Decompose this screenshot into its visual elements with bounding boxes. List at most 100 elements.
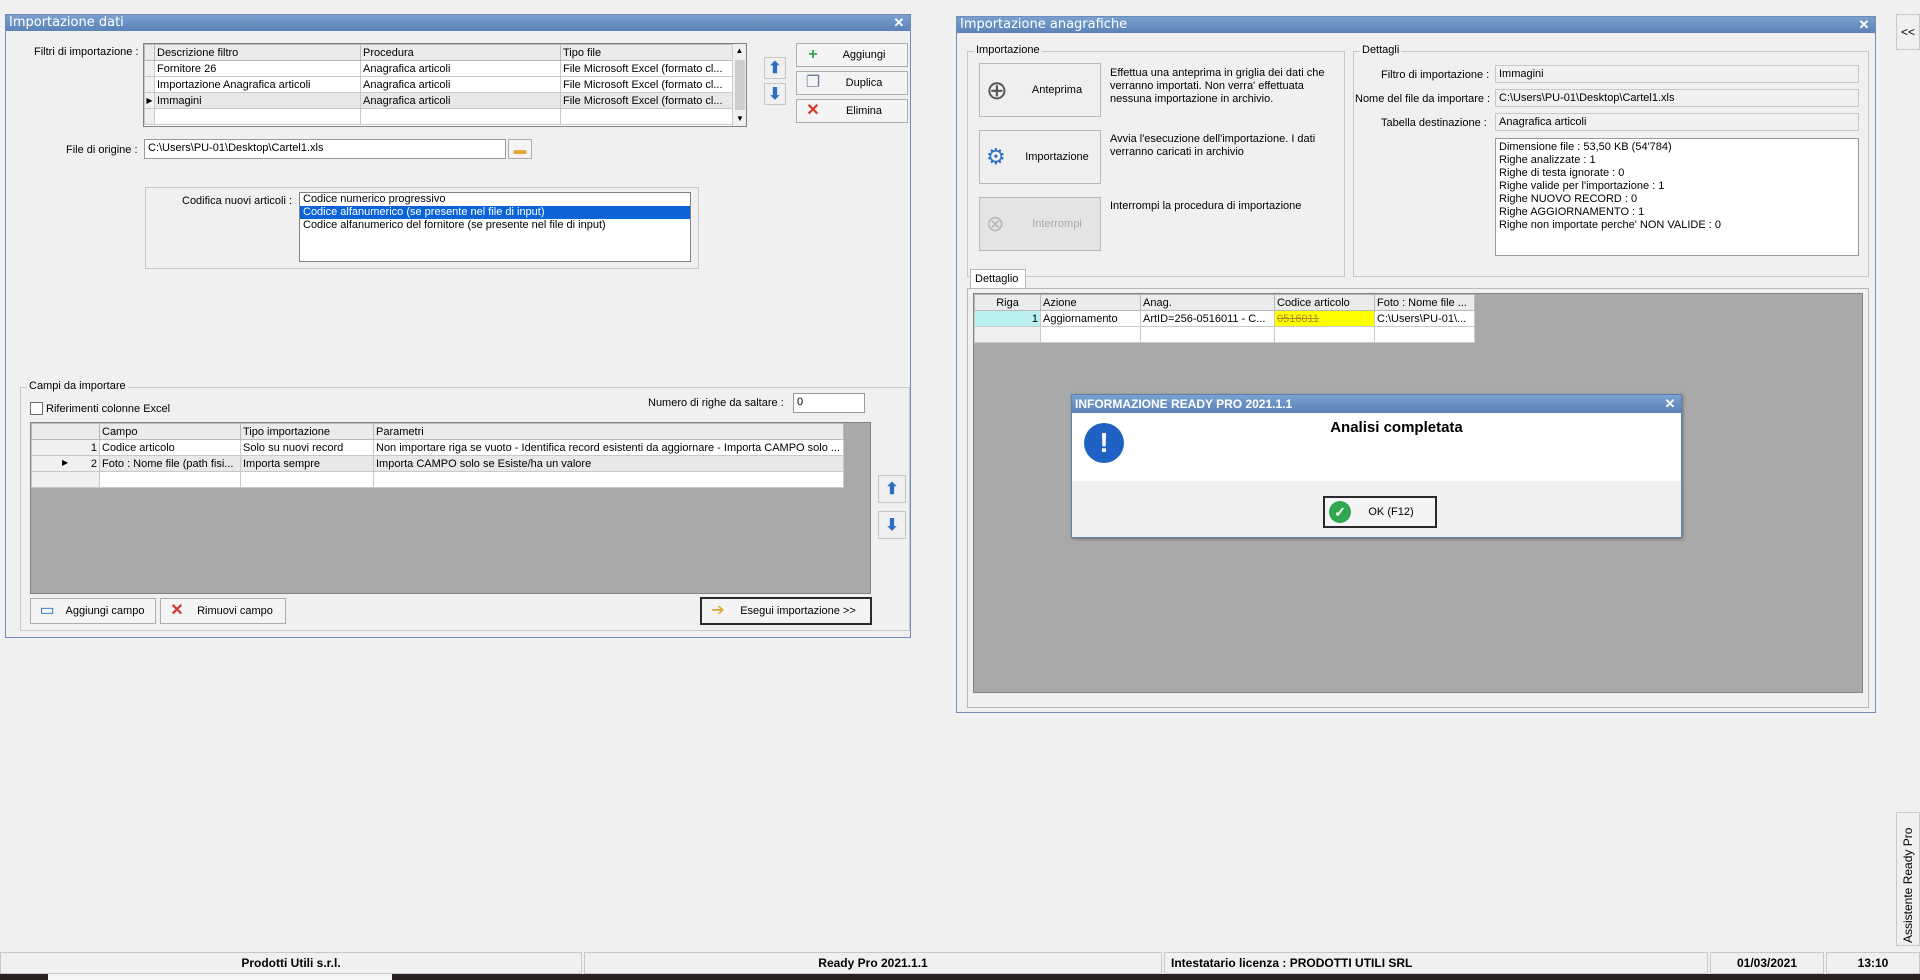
col-header-riga[interactable]: Riga <box>974 294 1041 311</box>
col-header-parametri[interactable]: Parametri <box>373 423 844 440</box>
col-header-description[interactable]: Descrizione filtro <box>154 44 361 61</box>
assistant-label: Assistente Ready Pro <box>1901 827 1915 943</box>
move-down-button[interactable]: ⬇ <box>764 83 786 105</box>
cell[interactable]: File Microsoft Excel (formato cl... <box>560 76 733 93</box>
import-anagrafiche-window: Importazione anagrafiche ✕ Importazione … <box>956 16 1876 713</box>
table-row-empty[interactable] <box>974 326 1475 343</box>
list-item-selected[interactable]: Codice alfanumerico (se presente nel fil… <box>300 206 690 219</box>
cell[interactable]: File Microsoft Excel (formato cl... <box>560 60 733 77</box>
delete-filter-button[interactable]: ✕ Elimina <box>796 99 908 123</box>
cell[interactable]: Immagini <box>154 92 361 109</box>
table-row[interactable]: 1 Codice articolo Solo su nuovi record N… <box>31 439 844 456</box>
table-row[interactable]: Fornitore 26 Anagrafica articoli File Mi… <box>144 60 733 77</box>
scroll-up-icon[interactable]: ▲ <box>733 44 746 58</box>
row-indicator <box>144 76 155 93</box>
col-header-codice[interactable]: Codice articolo <box>1274 294 1375 311</box>
col-header-anag[interactable]: Anag. <box>1140 294 1275 311</box>
field-move-up-button[interactable]: ⬆ <box>878 475 906 503</box>
side-panel-toggle[interactable]: << <box>1896 14 1920 50</box>
cell[interactable]: Foto : Nome file (path fisi... <box>99 455 241 472</box>
col-header-tipo[interactable]: Tipo importazione <box>240 423 374 440</box>
ok-button[interactable]: ✓ OK (F12) <box>1323 496 1437 528</box>
file-value: C:\Users\PU-01\Desktop\Cartel1.xls <box>1495 89 1859 107</box>
table-row-empty[interactable] <box>144 108 733 125</box>
preview-button[interactable]: ⊕ Anteprima <box>979 63 1101 117</box>
filters-label: Filtri di importazione : <box>34 46 139 58</box>
stat-line: Righe valide per l'importazione : 1 <box>1499 180 1665 192</box>
add-filter-button[interactable]: + Aggiungi <box>796 43 908 67</box>
stop-button[interactable]: ⊗ Interrompi <box>979 197 1101 251</box>
browse-folder-button[interactable]: ▬ <box>508 139 532 159</box>
duplicate-filter-button[interactable]: ❐ Duplica <box>796 71 908 95</box>
arrow-down-icon: ⬇ <box>768 86 782 103</box>
add-field-button[interactable]: ▭ Aggiungi campo <box>30 598 156 624</box>
cell-azione[interactable]: Aggiornamento <box>1040 310 1141 327</box>
skip-rows-label: Numero di righe da saltare : <box>648 397 784 409</box>
remove-field-button[interactable]: ✕ Rimuovi campo <box>160 598 286 624</box>
stop-x-icon: ⊗ <box>986 211 1005 236</box>
field-move-down-button[interactable]: ⬇ <box>878 511 906 539</box>
cell[interactable]: Importazione Anagrafica articoli <box>154 76 361 93</box>
table-row-selected[interactable]: ▶ Immagini Anagrafica articoli File Micr… <box>144 92 733 109</box>
close-icon[interactable]: ✕ <box>892 15 906 31</box>
filter-label: Filtro di importazione : <box>1381 69 1490 81</box>
close-icon[interactable]: ✕ <box>1663 396 1677 412</box>
remove-x-icon: ✕ <box>170 602 184 619</box>
stat-line: Righe AGGIORNAMENTO : 1 <box>1499 206 1645 218</box>
col-header-foto[interactable]: Foto : Nome file ... <box>1374 294 1475 311</box>
scroll-down-icon[interactable]: ▼ <box>733 112 746 126</box>
stat-line: Righe analizzate : 1 <box>1499 154 1596 166</box>
table-row-selected[interactable]: ▶ 2 Foto : Nome file (path fisi... Impor… <box>31 455 844 472</box>
arrow-down-icon: ⬇ <box>885 517 899 534</box>
cell[interactable]: Non importare riga se vuoto - Identifica… <box>373 439 844 456</box>
table-value: Anagrafica articoli <box>1495 113 1859 131</box>
cell-anag[interactable]: ArtID=256-0516011 - C... <box>1140 310 1275 327</box>
import-button[interactable]: ⚙ Importazione <box>979 130 1101 184</box>
cell[interactable]: Fornitore 26 <box>154 60 361 77</box>
status-time: 13:10 <box>1826 952 1920 974</box>
col-header-campo[interactable]: Campo <box>99 423 241 440</box>
list-item[interactable]: Codice numerico progressivo <box>300 193 690 206</box>
cell-foto[interactable]: C:\Users\PU-01\... <box>1374 310 1475 327</box>
cell-riga[interactable]: 1 <box>974 310 1041 327</box>
info-exclamation-icon: ! <box>1084 423 1124 463</box>
grid-corner <box>144 44 155 61</box>
table-row-empty[interactable] <box>31 471 844 488</box>
move-up-button[interactable]: ⬆ <box>764 57 786 79</box>
source-file-input[interactable]: C:\Users\PU-01\Desktop\Cartel1.xls <box>144 139 506 159</box>
filters-grid[interactable]: Descrizione filtro Procedura Tipo file F… <box>143 43 747 127</box>
dialog-title: INFORMAZIONE READY PRO 2021.1.1 <box>1075 397 1293 411</box>
table-row[interactable]: Importazione Anagrafica articoli Anagraf… <box>144 76 733 93</box>
cell[interactable]: Anagrafica articoli <box>360 60 561 77</box>
col-header-file-type[interactable]: Tipo file <box>560 44 733 61</box>
vertical-scrollbar[interactable]: ▲ ▼ <box>732 44 746 126</box>
stop-description: Interrompi la procedura di importazione <box>1110 200 1302 212</box>
cell-codice[interactable]: 0516011 <box>1274 310 1375 327</box>
stat-line: Righe NUOVO RECORD : 0 <box>1499 193 1638 205</box>
import-anagrafiche-titlebar: Importazione anagrafiche <box>957 17 1875 33</box>
plus-icon: + <box>808 46 818 63</box>
cell[interactable]: Anagrafica articoli <box>360 76 561 93</box>
codifica-listbox[interactable]: Codice numerico progressivo Codice alfan… <box>299 192 691 262</box>
col-header-procedure[interactable]: Procedura <box>360 44 561 61</box>
execute-import-button[interactable]: ➔ Esegui importazione >> <box>700 597 872 625</box>
list-item[interactable]: Codice alfanumerico del fornitore (se pr… <box>300 219 690 232</box>
cell[interactable]: Importa CAMPO solo se Esiste/ha un valor… <box>373 455 844 472</box>
cell[interactable]: File Microsoft Excel (formato cl... <box>560 92 733 109</box>
cell[interactable]: Solo su nuovi record <box>240 439 374 456</box>
copy-icon: ❐ <box>805 74 821 91</box>
scroll-thumb[interactable] <box>735 60 745 110</box>
cell[interactable]: Codice articolo <box>99 439 241 456</box>
table-row[interactable]: 1 Aggiornamento ArtID=256-0516011 - C...… <box>974 310 1475 327</box>
skip-rows-input[interactable]: 0 <box>793 393 865 413</box>
cell[interactable]: Anagrafica articoli <box>360 92 561 109</box>
campi-grid[interactable]: Campo Tipo importazione Parametri 1 Codi… <box>30 422 871 594</box>
stats-box: Dimensione file : 53,50 KB (54'784) Righ… <box>1495 138 1859 256</box>
tab-dettaglio[interactable]: Dettaglio <box>970 269 1026 289</box>
assistant-tab[interactable]: Assistente Ready Pro <box>1896 812 1920 946</box>
excel-ref-checkbox[interactable] <box>30 402 43 415</box>
delete-x-icon: ✕ <box>806 102 820 119</box>
cell[interactable]: Importa sempre <box>240 455 374 472</box>
col-header-azione[interactable]: Azione <box>1040 294 1141 311</box>
close-icon[interactable]: ✕ <box>1857 17 1871 33</box>
